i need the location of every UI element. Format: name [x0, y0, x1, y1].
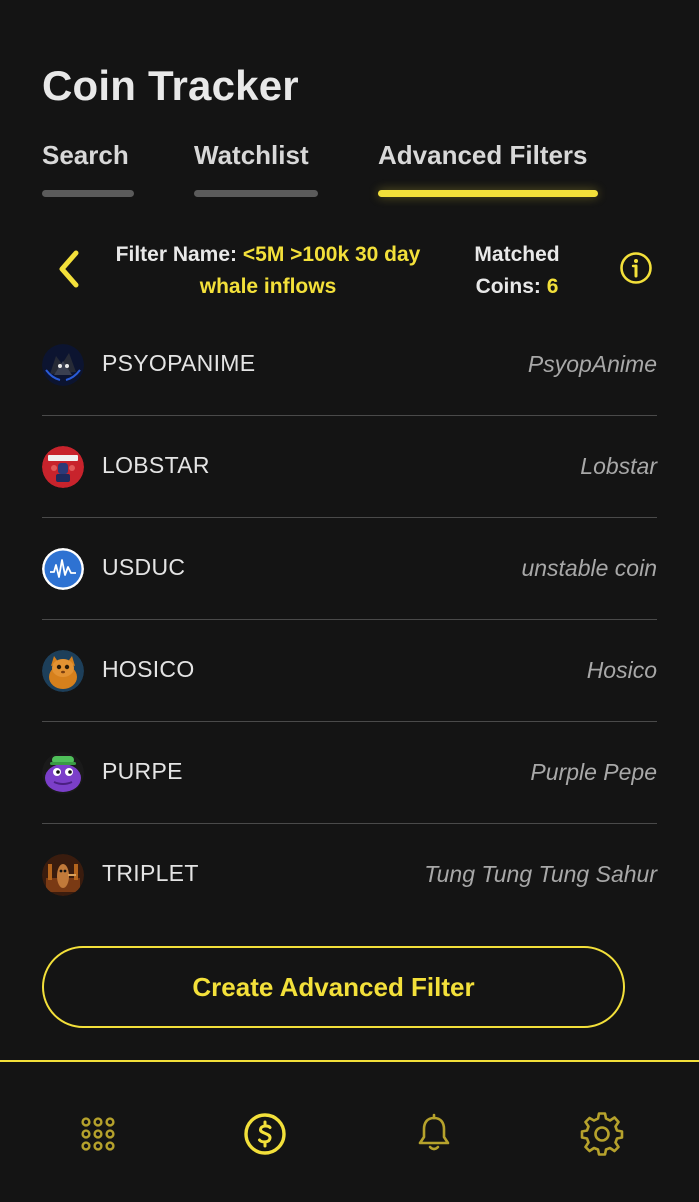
info-icon[interactable] [619, 251, 653, 285]
coin-name: unstable coin [521, 555, 657, 581]
bell-icon[interactable] [412, 1112, 456, 1156]
matched-count: 6 [546, 275, 559, 298]
coin-name: Tung Tung Tung Sahur [424, 861, 657, 887]
purpe-avatar [42, 752, 84, 794]
tab-search-indicator [42, 190, 134, 197]
filter-name: Filter Name: <5M >100k 30 day whale infl… [112, 239, 424, 303]
filter-header: Filter Name: <5M >100k 30 day whale infl… [0, 235, 699, 305]
grid-icon[interactable] [76, 1112, 120, 1156]
coin-name: Lobstar [580, 453, 657, 479]
coin-symbol: PURPE [102, 758, 183, 784]
usduc-avatar [42, 548, 84, 590]
tab-watchlist-label: Watchlist [194, 140, 309, 170]
tab-watchlist[interactable]: Watchlist [194, 140, 318, 200]
tab-advanced-filters[interactable]: Advanced Filters [378, 140, 598, 200]
gear-icon[interactable] [580, 1112, 624, 1156]
bottom-nav [0, 1060, 699, 1202]
filter-name-label: Filter Name: [115, 243, 238, 266]
tab-watchlist-indicator [194, 190, 318, 197]
coin-name: PsyopAnime [527, 351, 657, 377]
coin-row[interactable]: USDUC unstable coin [42, 518, 657, 620]
coin-row[interactable]: PURPE Purple Pepe [42, 722, 657, 824]
coin-list: PSYOPANIME PsyopAnime LOBSTAR Lobstar US… [42, 314, 657, 925]
triplet-avatar [42, 854, 84, 896]
coin-row[interactable]: PSYOPANIME PsyopAnime [42, 314, 657, 416]
coin-row[interactable]: TRIPLET Tung Tung Tung Sahur [42, 824, 657, 925]
tab-advanced-filters-indicator [378, 190, 598, 197]
coin-symbol: HOSICO [102, 656, 195, 682]
back-chevron-icon[interactable] [52, 247, 86, 291]
tab-search[interactable]: Search [42, 140, 134, 200]
create-advanced-filter-button[interactable]: Create Advanced Filter [42, 946, 625, 1028]
coin-name: Hosico [586, 657, 657, 683]
psyopanime-avatar [42, 344, 84, 386]
coin-symbol: LOBSTAR [102, 452, 210, 478]
coin-symbol: TRIPLET [102, 860, 199, 886]
tab-search-label: Search [42, 140, 129, 170]
hosico-avatar [42, 650, 84, 692]
coin-name: Purple Pepe [530, 759, 657, 785]
matched-coins: Matched Coins: 6 [462, 239, 572, 303]
coin-dollar-icon[interactable] [243, 1112, 287, 1156]
coins-label: Coins: [475, 275, 541, 298]
coin-row[interactable]: HOSICO Hosico [42, 620, 657, 722]
matched-label: Matched [474, 243, 560, 266]
lobstar-avatar [42, 446, 84, 488]
page-title: Coin Tracker [42, 62, 299, 109]
coin-row[interactable]: LOBSTAR Lobstar [42, 416, 657, 518]
coin-symbol: PSYOPANIME [102, 350, 256, 376]
coin-symbol: USDUC [102, 554, 186, 580]
tab-advanced-filters-label: Advanced Filters [378, 140, 588, 170]
